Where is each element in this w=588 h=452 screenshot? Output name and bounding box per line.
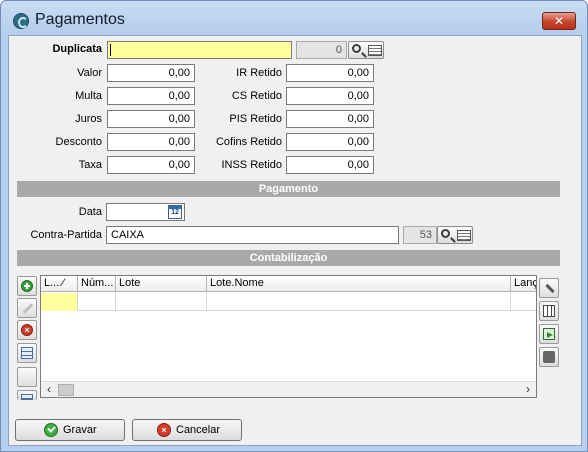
column-header-numero[interactable]: Núm... <box>78 276 116 292</box>
contra-partida-input[interactable]: CAIXA <box>106 226 399 244</box>
duplicata-input[interactable] <box>107 41 292 59</box>
taxa-input[interactable]: 0,00 <box>107 156 195 174</box>
check-icon <box>44 423 58 437</box>
app-icon <box>13 13 29 29</box>
close-button[interactable]: ✕ <box>542 12 576 30</box>
inss-retido-label: INSS Retido <box>221 159 282 171</box>
form-body: Duplicata 0 Valor 0,00 Multa 0,00 Juros … <box>8 35 582 446</box>
duplicata-label: Duplicata <box>52 43 102 55</box>
cancelar-label: Cancelar <box>176 424 221 436</box>
contabilizacao-grid[interactable]: L... ⁄ Núm... Lote Lote.Nome Lanç ‹ › <box>40 275 537 398</box>
edit-icon <box>21 302 33 314</box>
cs-retido-input[interactable]: 0,00 <box>286 87 374 105</box>
tools-button[interactable] <box>539 278 559 298</box>
juros-label: Juros <box>75 113 102 125</box>
pis-retido-input[interactable]: 0,00 <box>286 110 374 128</box>
delete-entry-button[interactable]: × <box>17 320 37 340</box>
tools-icon <box>543 282 555 294</box>
table-cell[interactable] <box>207 293 511 311</box>
column-header-lote[interactable]: Lote <box>116 276 207 292</box>
data-label: Data <box>78 206 102 218</box>
desconto-label: Desconto <box>55 136 102 148</box>
list-icon <box>457 230 471 241</box>
table-cell[interactable] <box>511 293 536 311</box>
table-view-button[interactable] <box>539 301 559 321</box>
scroll-right-arrow[interactable]: › <box>521 383 535 397</box>
pagamentos-window: Pagamentos ✕ Duplicata 0 Valor 0,00 Mult… <box>0 0 588 452</box>
ir-retido-input[interactable]: 0,00 <box>286 64 374 82</box>
valor-label: Valor <box>77 67 102 79</box>
inss-retido-input[interactable]: 0,00 <box>286 156 374 174</box>
table-cell[interactable] <box>116 293 207 311</box>
list-icon <box>368 45 382 56</box>
contabilizacao-section-header: Contabilização <box>17 250 560 266</box>
add-entry-button[interactable] <box>17 276 37 296</box>
scroll-left-arrow[interactable]: ‹ <box>42 383 56 397</box>
table-cell[interactable] <box>78 293 116 311</box>
valor-input[interactable]: 0,00 <box>107 64 195 82</box>
contra-partida-lookup-button[interactable] <box>437 226 473 244</box>
calendar-icon[interactable]: 12 <box>168 205 182 219</box>
table-cell[interactable] <box>41 293 78 311</box>
column-header-lancamento[interactable]: L... ⁄ <box>41 276 78 292</box>
grid-icon <box>21 347 33 359</box>
delete-icon: × <box>21 324 33 336</box>
export-button[interactable] <box>539 324 559 344</box>
multa-label: Multa <box>75 90 102 102</box>
contra-partida-label: Contra-Partida <box>30 229 102 241</box>
title-bar: Pagamentos ✕ <box>1 1 587 35</box>
blank-tool-button[interactable] <box>17 367 37 387</box>
add-icon <box>21 280 33 292</box>
horizontal-scrollbar[interactable]: ‹ › <box>41 381 536 397</box>
window-title: Pagamentos <box>35 11 125 28</box>
cs-retido-label: CS Retido <box>231 90 282 102</box>
text-caret <box>110 44 111 56</box>
duplicata-number-field: 0 <box>296 41 347 59</box>
search-icon <box>352 44 361 53</box>
cancel-icon: × <box>157 423 171 437</box>
taxa-label: Taxa <box>78 159 102 171</box>
contra-partida-code: 53 <box>403 226 437 244</box>
print-icon <box>543 351 555 363</box>
pis-retido-label: PIS Retido <box>229 113 282 125</box>
grid-icon <box>21 394 33 400</box>
cofins-retido-label: Cofins Retido <box>215 136 282 148</box>
edit-entry-button[interactable] <box>17 298 37 318</box>
grid-settings-button[interactable] <box>17 390 37 400</box>
cancelar-button[interactable]: × Cancelar <box>132 419 242 441</box>
export-icon <box>543 328 555 340</box>
print-button[interactable] <box>539 347 559 367</box>
grid-header: L... ⁄ Núm... Lote Lote.Nome Lanç <box>41 276 536 292</box>
table-icon <box>543 305 555 317</box>
gravar-button[interactable]: Gravar <box>15 419 125 441</box>
cofins-retido-input[interactable]: 0,00 <box>286 133 374 151</box>
data-input[interactable]: 12 <box>106 203 185 221</box>
juros-input[interactable]: 0,00 <box>107 110 195 128</box>
duplicata-lookup-button[interactable] <box>348 41 384 59</box>
column-header-lancamento-2[interactable]: Lanç <box>511 276 536 292</box>
scroll-thumb[interactable] <box>58 384 74 396</box>
table-row[interactable] <box>41 293 536 311</box>
column-header-lote-nome[interactable]: Lote.Nome <box>207 276 511 292</box>
search-icon <box>441 229 450 238</box>
multa-input[interactable]: 0,00 <box>107 87 195 105</box>
grid-layout-button[interactable] <box>17 343 37 363</box>
ir-retido-label: IR Retido <box>236 67 282 79</box>
desconto-input[interactable]: 0,00 <box>107 133 195 151</box>
pagamento-section-header: Pagamento <box>17 181 560 197</box>
gravar-label: Gravar <box>63 424 97 436</box>
